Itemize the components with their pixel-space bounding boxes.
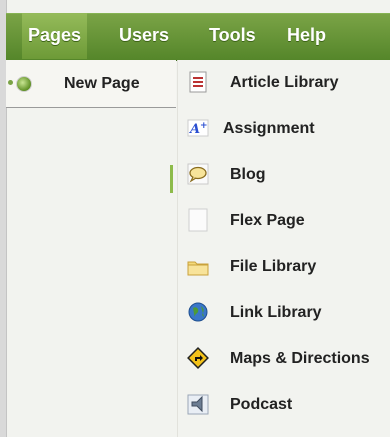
submenu-item-assignment[interactable]: A + Assignment [178,106,390,152]
submenu-item-label: Assignment [223,120,315,137]
submenu-item-flex-page[interactable]: Flex Page [178,198,390,244]
article-library-icon [189,71,207,93]
menu-tools[interactable]: Tools [209,13,256,59]
link-library-icon [188,302,208,322]
submenu-item-label: File Library [230,258,317,275]
submenu-item-label: Podcast [230,396,293,413]
file-library-icon [187,261,209,276]
submenu-item-file-library[interactable]: File Library [178,244,390,290]
submenu-item-label: Link Library [230,304,322,321]
new-page-label: New Page [64,75,140,92]
svg-text:A: A [188,122,200,137]
submenu-item-link-library[interactable]: Link Library [178,290,390,336]
flex-page-icon [188,208,208,232]
new-page-icon [8,76,32,92]
new-page-submenu: Article Library A + Assignment Blog Flex… [177,60,390,437]
submenu-item-article-library[interactable]: Article Library [178,60,390,106]
submenu-indicator [170,165,173,193]
submenu-item-label: Maps & Directions [230,350,370,367]
submenu-item-podcast[interactable]: Podcast [178,382,390,428]
submenu-item-label: Blog [230,166,266,183]
menu-help[interactable]: Help [287,13,326,59]
submenu-item-label: Flex Page [230,212,305,229]
submenu-item-label: Article Library [230,74,339,91]
menu-users[interactable]: Users [119,13,169,59]
new-page-item[interactable]: New Page [6,60,176,108]
menu-pages[interactable]: Pages [22,13,88,59]
podcast-icon [187,394,209,415]
submenu-item-blog[interactable]: Blog [178,152,390,198]
assignment-icon: A + [187,119,209,137]
maps-directions-icon [187,347,209,369]
svg-text:+: + [200,121,208,131]
submenu-item-maps-directions[interactable]: Maps & Directions [178,336,390,382]
blog-icon [187,163,209,185]
